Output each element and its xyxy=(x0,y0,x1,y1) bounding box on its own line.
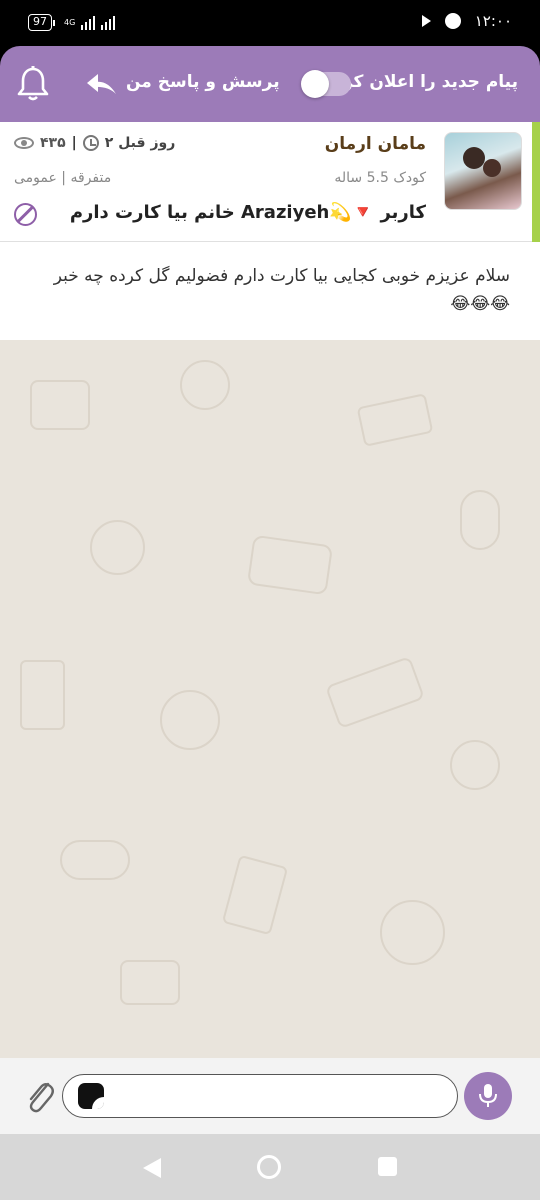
post-card[interactable]: مامان ارمان کودک 5.5 ساله کاربر 🔻💫Araziy… xyxy=(0,122,540,242)
doodle-pattern xyxy=(380,900,445,965)
composer-bar xyxy=(0,1058,540,1134)
doodle-pattern xyxy=(90,520,145,575)
doodle-pattern xyxy=(120,960,180,1005)
status-right: ۱۲:۰۰ xyxy=(421,12,512,30)
doodle-pattern xyxy=(356,393,434,447)
signal-icon xyxy=(81,15,96,30)
post-subject: کاربر 🔻💫Araziyeh خانم بیا کارت دارم xyxy=(69,202,426,223)
notification-icon xyxy=(444,13,461,29)
paperclip-icon[interactable] xyxy=(22,1076,56,1116)
doodle-pattern xyxy=(30,380,90,430)
post-author[interactable]: مامان ارمان xyxy=(325,134,426,154)
post-time: ۲ روز قبل xyxy=(104,135,176,151)
block-icon[interactable] xyxy=(14,203,37,226)
nav-back-icon[interactable] xyxy=(143,1158,161,1178)
post-meta: ۴۳۵ | ۲ روز قبل xyxy=(14,135,175,151)
mic-button[interactable] xyxy=(464,1072,512,1120)
doodle-pattern xyxy=(60,840,130,880)
doodle-pattern xyxy=(221,854,289,936)
toggle-knob xyxy=(301,70,329,98)
clock-time: ۱۲:۰۰ xyxy=(474,12,512,30)
chat-area xyxy=(0,340,540,1058)
doodle-pattern xyxy=(160,690,220,750)
clock-icon xyxy=(82,135,99,151)
doodle-pattern xyxy=(450,740,500,790)
avatar[interactable] xyxy=(444,132,522,210)
notify-label: پیام جدید را اعلان کن xyxy=(338,72,518,92)
app-header: پیام جدید را اعلان کن پرسش و پاسخ من xyxy=(0,46,540,122)
doodle-pattern xyxy=(180,360,230,410)
post-category: متفرقه | عمومی xyxy=(14,170,112,186)
view-count: ۴۳۵ xyxy=(40,135,66,151)
post-body: سلام عزیزم خوبی کجایی بیا کارت دارم فضول… xyxy=(0,242,540,340)
meta-separator: | xyxy=(71,135,77,151)
network-type: 4G xyxy=(64,17,76,27)
nav-home-icon[interactable] xyxy=(257,1155,281,1179)
back-arrow-icon[interactable] xyxy=(84,70,120,100)
child-age: کودک 5.5 ساله xyxy=(334,170,426,186)
my-qa-link[interactable]: پرسش و پاسخ من xyxy=(126,72,280,92)
eye-icon xyxy=(14,137,34,149)
doodle-pattern xyxy=(20,660,65,730)
notify-toggle[interactable] xyxy=(301,70,351,98)
post-accent-bar xyxy=(532,122,540,242)
mic-icon xyxy=(479,1084,497,1107)
bell-icon[interactable] xyxy=(16,66,50,102)
doodle-pattern xyxy=(246,534,334,596)
play-store-icon xyxy=(421,15,431,27)
doodle-pattern xyxy=(325,655,425,730)
status-bar: 97 4G ۱۲:۰۰ xyxy=(0,0,540,46)
signal-icon-2 xyxy=(101,15,116,30)
nav-recents-icon[interactable] xyxy=(378,1157,397,1176)
system-nav-bar xyxy=(0,1134,540,1200)
status-left: 97 4G xyxy=(28,14,116,31)
doodle-pattern xyxy=(460,490,500,550)
message-input[interactable] xyxy=(62,1074,458,1118)
sticker-icon[interactable] xyxy=(78,1083,104,1109)
battery-indicator: 97 xyxy=(28,14,55,31)
